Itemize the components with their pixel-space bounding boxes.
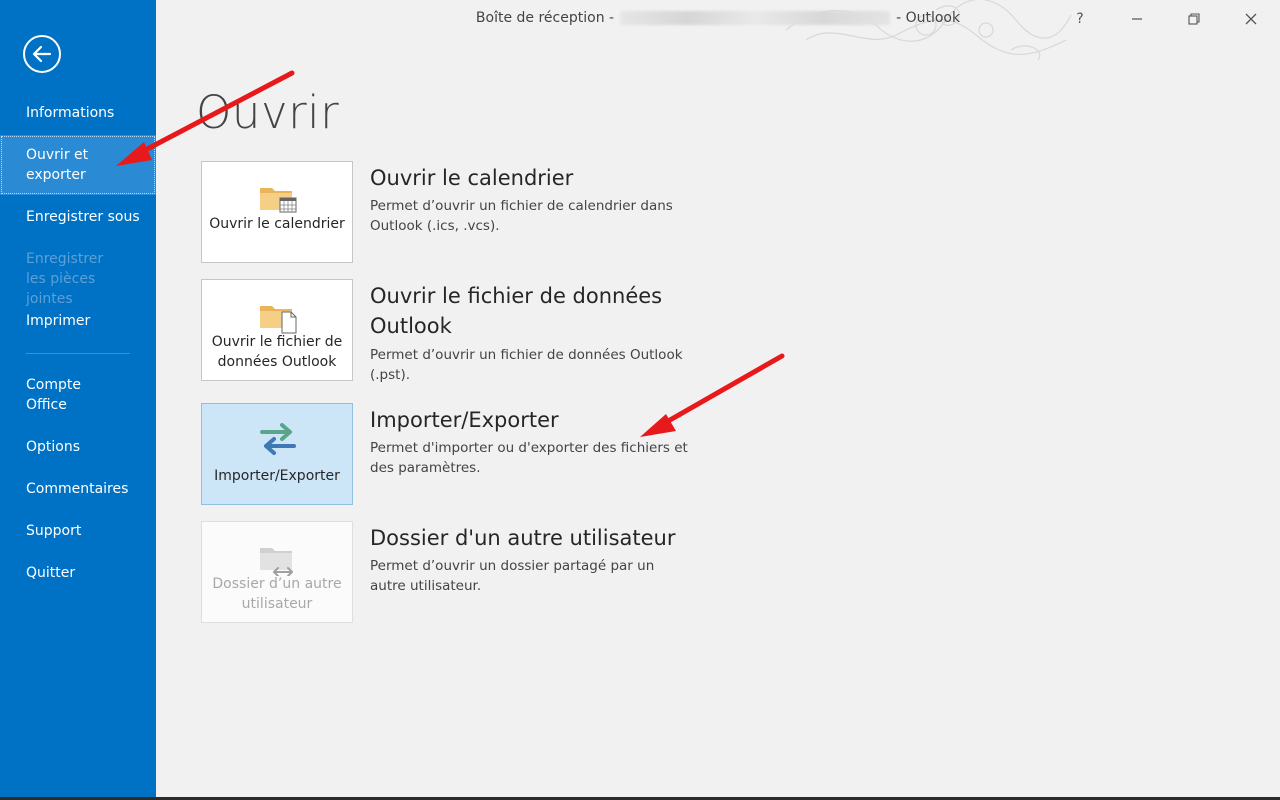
restore-button[interactable] (1171, 0, 1217, 38)
sidebar-item-support[interactable]: Support (0, 521, 156, 541)
other-user-folder-description: Permet d’ouvrir un dossier partagé par u… (370, 558, 655, 594)
sidebar-item-options[interactable]: Options (0, 437, 156, 457)
shared-folder-icon (260, 548, 293, 576)
open-data-file-heading: Ouvrir le fichier de données Outlook (370, 284, 663, 338)
import-export-heading: Importer/Exporter (370, 408, 559, 432)
sidebar-item-commentaires[interactable]: Commentaires (0, 479, 156, 499)
other-user-folder-heading: Dossier d'un autre utilisateur (370, 526, 676, 550)
open-data-file-description: Permet d’ouvrir un fichier de données Ou… (370, 347, 683, 383)
page-title: Ouvrir (196, 86, 340, 139)
open-calendar-heading: Ouvrir le calendrier (370, 166, 574, 190)
open-data-file-tile-label: Ouvrir le fichier de données Outlook (211, 334, 343, 370)
other-user-folder-tile: Dossier d’un autre utilisateur (201, 521, 353, 623)
sidebar-item-imprimer[interactable]: Imprimer (0, 311, 156, 331)
close-icon (1245, 13, 1257, 25)
window-title: Boîte de réception - - Outlook (156, 10, 1280, 26)
import-export-tile-label: Importer/Exporter (214, 468, 340, 484)
import-export-description: Permet d'importer ou d'exporter des fich… (370, 440, 688, 476)
minimize-icon (1132, 18, 1142, 20)
open-calendar-description: Permet d’ouvrir un fichier de calendrier… (370, 198, 673, 234)
sidebar-item-informations[interactable]: Informations (0, 103, 156, 123)
open-calendar-tile-label: Ouvrir le calendrier (209, 216, 345, 232)
open-data-file-tile[interactable]: Ouvrir le fichier de données Outlook (201, 279, 353, 381)
back-button[interactable] (23, 35, 61, 73)
sidebar-divider (26, 353, 130, 354)
restore-icon (1188, 13, 1200, 25)
other-user-folder-tile-label: Dossier d’un autre utilisateur (212, 576, 342, 612)
window-title-prefix: Boîte de réception - (475, 10, 615, 26)
minimize-button[interactable] (1114, 0, 1160, 38)
import-export-arrows-icon (260, 423, 296, 455)
window-title-suffix: - Outlook (896, 10, 961, 26)
open-calendar-tile[interactable]: Ouvrir le calendrier (201, 161, 353, 263)
close-button[interactable] (1228, 0, 1274, 38)
outlook-backstage-window: Informations Ouvrir et exporter Enregist… (0, 0, 1280, 800)
title-bar: Boîte de réception - - Outlook ? (156, 0, 1280, 61)
help-button[interactable]: ? (1057, 0, 1103, 38)
sidebar-item-compte-office[interactable]: Compte Office (0, 375, 156, 415)
calendar-folder-icon (260, 188, 297, 213)
data-file-folder-icon (260, 306, 297, 334)
backstage-sidebar: Informations Ouvrir et exporter Enregist… (0, 0, 156, 800)
sidebar-item-ouvrir-et-exporter[interactable]: Ouvrir et exporter (0, 135, 156, 195)
sidebar-item-enregistrer-sous[interactable]: Enregistrer sous (0, 207, 156, 227)
redacted-account-name (620, 11, 891, 25)
annotation-arrows (116, 70, 785, 437)
sidebar-item-enregistrer-pieces-jointes: Enregistrer les pièces jointes (26, 251, 104, 307)
sidebar-item-quitter[interactable]: Quitter (0, 563, 156, 583)
import-export-tile[interactable]: Importer/Exporter (201, 403, 353, 505)
back-arrow-icon (32, 45, 52, 63)
